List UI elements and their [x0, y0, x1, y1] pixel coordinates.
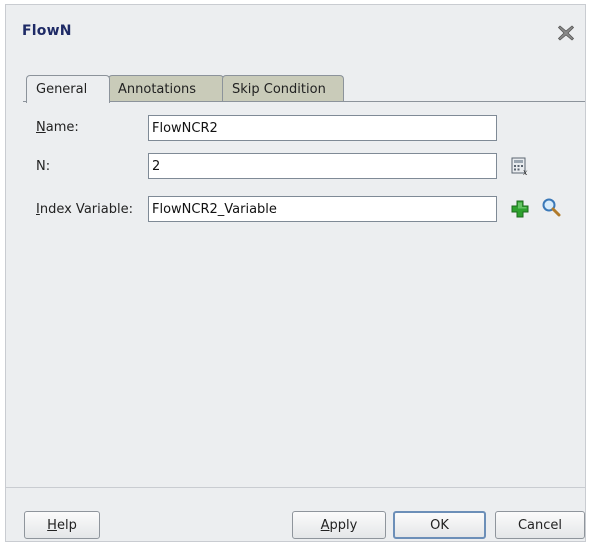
expression-builder-icon: x	[511, 157, 528, 176]
tab-label: Skip Condition	[232, 81, 326, 97]
index-variable-label-text: ndex Variable:	[39, 202, 133, 217]
close-x-icon	[557, 25, 575, 41]
add-plus-icon	[511, 200, 529, 218]
cancel-label: Cancel	[517, 517, 563, 533]
search-magnifier-icon	[542, 198, 561, 217]
button-bar-divider	[5, 487, 586, 488]
tab-label: Annotations	[118, 81, 197, 97]
browse-variable-button[interactable]	[540, 196, 562, 218]
n-label: N:	[36, 159, 51, 174]
ok-button[interactable]: OK	[393, 511, 486, 539]
tab-label: General	[36, 82, 88, 97]
apply-label: pply	[329, 517, 358, 533]
close-button[interactable]	[554, 21, 578, 45]
apply-button[interactable]: Apply	[292, 511, 386, 539]
name-label-mnemonic: N	[36, 120, 46, 135]
n-field[interactable]	[148, 153, 497, 179]
help-mnemonic: H	[47, 517, 57, 533]
index-variable-label: Index Variable:	[36, 202, 133, 217]
index-variable-field[interactable]	[148, 196, 497, 222]
tab-skip-condition[interactable]: Skip Condition	[222, 75, 344, 102]
expression-builder-button[interactable]: x	[509, 155, 531, 177]
cancel-button[interactable]: Cancel	[495, 511, 585, 539]
dialog-title: FlowN	[22, 23, 72, 39]
svg-text:x: x	[523, 168, 528, 176]
help-button[interactable]: Help	[24, 511, 100, 539]
name-label-text: ame:	[45, 120, 79, 135]
name-label: Name:	[36, 120, 79, 135]
tab-general[interactable]: General	[26, 75, 110, 103]
ok-label: OK	[430, 517, 449, 533]
name-field[interactable]	[148, 115, 497, 141]
tab-annotations[interactable]: Annotations	[108, 75, 224, 102]
add-variable-button[interactable]	[509, 198, 531, 220]
flown-dialog: FlowN General Annotations Skip Condition…	[5, 4, 586, 542]
apply-mnemonic: A	[320, 517, 330, 533]
help-label: elp	[56, 517, 77, 533]
